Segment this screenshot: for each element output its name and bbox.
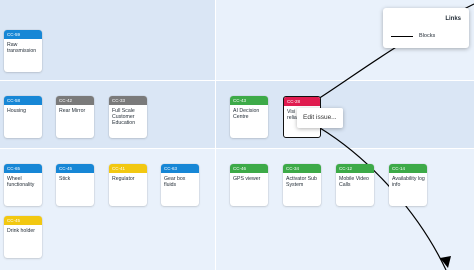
issue-key: CC-14 xyxy=(389,164,427,173)
issue-key: CC-28 xyxy=(284,97,320,106)
edit-issue-menu-item[interactable]: Edit issue... xyxy=(297,108,343,128)
issue-title: Wheel functionality xyxy=(7,176,35,188)
issue-card[interactable]: CC-33 Full Scale Customer Education xyxy=(109,96,147,138)
blocks-line-swatch xyxy=(391,36,413,38)
issue-card[interactable]: CC-14 Availability log info xyxy=(389,164,427,206)
issue-title: Regulator xyxy=(112,176,135,182)
issue-key: CC-63 xyxy=(161,164,199,173)
issue-title: Drink holder xyxy=(7,228,35,234)
issue-key: CC-33 xyxy=(109,96,147,105)
issue-card[interactable]: CC-63 Gear box fluids xyxy=(161,164,199,206)
issue-card[interactable]: CC-12 Mobile Video Calls xyxy=(336,164,374,206)
issue-card[interactable]: CC-65 Wheel functionality xyxy=(4,164,42,206)
links-legend: Links Blocks xyxy=(383,8,469,48)
issue-key: CC-59 xyxy=(4,30,42,39)
legend-item-blocks: Blocks xyxy=(419,33,436,39)
issue-title: Activator Sub System xyxy=(286,176,317,188)
issue-card[interactable]: CC-46 GPS viewer xyxy=(230,164,268,206)
issue-title: Rear Mirror xyxy=(59,108,86,114)
issue-key: CC-46 xyxy=(230,164,268,173)
issue-key: CC-42 xyxy=(56,96,94,105)
issue-card[interactable]: CC-34 Activator Sub System xyxy=(283,164,321,206)
issue-title: Availability log info xyxy=(392,176,425,188)
issue-title: Housing xyxy=(7,108,27,114)
issue-key: CC-43 xyxy=(230,96,268,105)
issue-card[interactable]: CC-45 Drink holder xyxy=(4,216,42,258)
issue-key: CC-65 xyxy=(4,164,42,173)
issue-card[interactable]: CC-42 Rear Mirror xyxy=(56,96,94,138)
issue-title: Stick xyxy=(59,176,71,182)
issue-key: CC-45 xyxy=(56,164,94,173)
issue-title: Gear box fluids xyxy=(164,176,186,188)
issue-key: CC-45 xyxy=(4,216,42,225)
issue-card[interactable]: CC-59 Raw transmission xyxy=(4,30,42,72)
issue-key: CC-34 xyxy=(283,164,321,173)
issue-title: Full Scale Customer Education xyxy=(112,108,136,126)
issue-title: Mobile Video Calls xyxy=(339,176,369,188)
issue-title: AI Decision Centre xyxy=(233,108,260,120)
issue-title: GPS viewer xyxy=(233,176,261,182)
issue-key: CC-58 xyxy=(4,96,42,105)
issue-card[interactable]: CC-45 Stick xyxy=(56,164,94,206)
issue-key: CC-12 xyxy=(336,164,374,173)
issue-key: CC-41 xyxy=(109,164,147,173)
issue-card[interactable]: CC-58 Housing xyxy=(4,96,42,138)
legend-title: Links xyxy=(445,16,461,22)
issue-card[interactable]: CC-43 AI Decision Centre xyxy=(230,96,268,138)
issue-card[interactable]: CC-41 Regulator xyxy=(109,164,147,206)
issue-title: Raw transmission xyxy=(7,42,37,54)
